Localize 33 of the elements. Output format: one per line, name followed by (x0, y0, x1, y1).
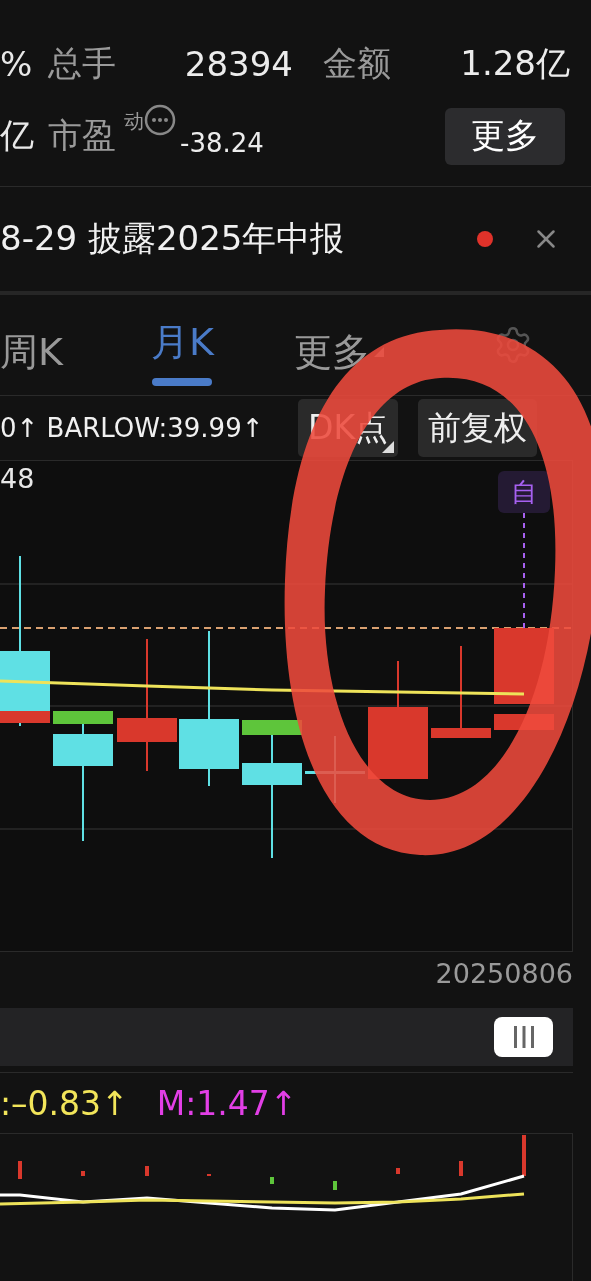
stat-value: 1.28亿 (459, 42, 570, 85)
macd-bar (18, 1161, 22, 1179)
indicator-value: M:1.47↑ (156, 1083, 298, 1123)
stat-label: 金额 (323, 42, 392, 85)
range-scroller[interactable] (0, 1008, 573, 1066)
signal-badge[interactable]: 自 (498, 471, 550, 513)
macd-bar (145, 1166, 149, 1176)
indicator-value: :–0.83↑ (0, 1083, 129, 1123)
price-label: 48 (0, 463, 35, 494)
period-tab[interactable]: 更多 (293, 326, 370, 378)
more-icon[interactable] (144, 104, 176, 136)
grip-icon (511, 1026, 536, 1048)
stat-label: 市盈 (48, 114, 117, 157)
macd-bar (459, 1161, 463, 1176)
macd-bar (522, 1135, 526, 1176)
macd-bar (270, 1177, 274, 1184)
period-tab[interactable]: 月K (150, 316, 214, 388)
macd-bar (333, 1181, 337, 1190)
scroller-handle[interactable] (494, 1017, 553, 1057)
adjust-button[interactable]: 前复权 (418, 399, 538, 457)
date-label: 20250806 (434, 957, 573, 991)
period-tab[interactable]: 周K (0, 326, 63, 378)
stat-value: % (0, 44, 34, 84)
stat-value: 亿 (0, 114, 35, 157)
stat-value: 28394 (183, 44, 293, 84)
macd-bar (396, 1168, 400, 1174)
stat-superscript: 动 (124, 108, 144, 135)
indicator-values: 0↑ BARLOW:39.99↑ (0, 413, 265, 443)
notice-text[interactable]: 8-29 披露2025年中报 (0, 216, 345, 262)
more-button[interactable]: 更多 (445, 107, 565, 165)
stat-value: -38.24 (180, 128, 264, 158)
macd-bar (81, 1171, 85, 1176)
stat-label: 总手 (48, 42, 117, 85)
